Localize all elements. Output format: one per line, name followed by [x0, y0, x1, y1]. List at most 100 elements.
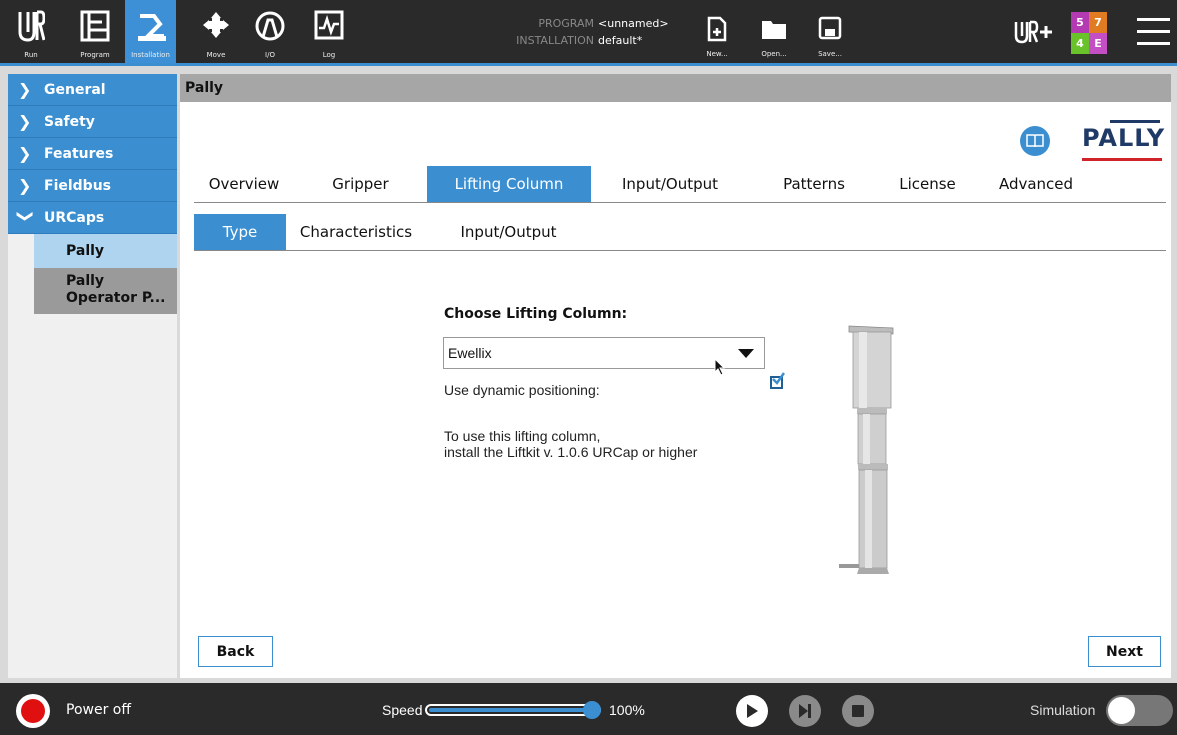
chevron-down-icon: ❯ — [16, 209, 36, 223]
log-icon — [314, 10, 344, 40]
subtab-input-output[interactable]: Input/Output — [426, 214, 591, 250]
sidebar: ❯ General ❯ Safety ❯ Features ❯ Fieldbus ❯ UR… — [8, 74, 177, 678]
main-panel: Pally PALLY Overview Gripper Lifting Col… — [180, 74, 1171, 678]
sidebar-item-features[interactable]: ❯ Features — [8, 138, 177, 170]
chevron-right-icon: ❯ — [18, 144, 32, 163]
next-button[interactable]: Next — [1088, 636, 1161, 667]
back-button[interactable]: Back — [198, 636, 273, 667]
save-button[interactable]: Save... — [810, 10, 850, 62]
tab-license[interactable]: License — [879, 166, 976, 202]
program-icon — [80, 10, 110, 42]
chevron-right-icon: ❯ — [18, 80, 32, 99]
chevron-right-icon: ❯ — [18, 176, 32, 195]
open-folder-icon — [762, 21, 786, 39]
open-label: Open... — [761, 50, 787, 58]
new-button[interactable]: New... — [697, 10, 737, 62]
tab-patterns[interactable]: Patterns — [749, 166, 879, 202]
tab-gripper[interactable]: Gripper — [294, 166, 427, 202]
sidebar-item-fieldbus[interactable]: ❯ Fieldbus — [8, 170, 177, 202]
move-icon — [203, 12, 229, 38]
subtab-type[interactable]: Type — [194, 214, 286, 250]
new-file-icon — [707, 16, 727, 42]
speed-slider-handle[interactable] — [583, 701, 601, 719]
program-key: PROGRAM — [538, 17, 594, 30]
sidebar-item-label: Safety — [44, 113, 95, 130]
sidebar-item-pally-operator[interactable]: Pally Operator P... — [34, 268, 177, 314]
page-title: Pally — [180, 74, 1171, 102]
choose-lifting-column-label: Choose Lifting Column: — [444, 306, 628, 322]
hint-line-1: To use this lifting column, — [444, 428, 601, 444]
sidebar-item-pally[interactable]: Pally — [34, 234, 177, 268]
io-button[interactable]: I/O — [247, 0, 293, 63]
power-icon[interactable] — [16, 694, 50, 728]
save-icon — [818, 16, 842, 40]
pally-logo: PALLY — [1082, 120, 1166, 168]
bottom-bar: Power off Speed 100% Simulation — [0, 683, 1177, 735]
program-label: Program — [80, 51, 110, 59]
lifting-column-image — [839, 325, 894, 574]
log-button[interactable]: Log — [306, 0, 352, 63]
installation-button[interactable]: Installation — [125, 0, 176, 63]
io-icon — [255, 11, 285, 41]
badge-tl: 5 — [1071, 12, 1089, 33]
log-label: Log — [322, 51, 336, 59]
tab-lifting-column[interactable]: Lifting Column — [427, 166, 591, 202]
sub-tabs: Type Characteristics Input/Output — [194, 214, 591, 250]
stop-button[interactable] — [842, 695, 874, 727]
play-button[interactable] — [736, 695, 768, 727]
menu-icon[interactable] — [1137, 18, 1170, 54]
subtab-divider — [194, 250, 1166, 251]
subtab-characteristics[interactable]: Characteristics — [286, 214, 426, 250]
ur-plus-icon[interactable] — [1013, 20, 1055, 50]
sidebar-item-safety[interactable]: ❯ Safety — [8, 106, 177, 138]
pally-logo-text: PALLY — [1082, 124, 1166, 152]
cursor-icon — [714, 358, 726, 376]
sidebar-item-label: Fieldbus — [44, 177, 111, 194]
installation-name: default* — [598, 34, 643, 47]
save-label: Save... — [818, 50, 842, 58]
power-status[interactable]: Power off — [66, 702, 131, 718]
badge-bl: 4 — [1071, 33, 1089, 54]
dropdown-arrow-icon — [738, 349, 754, 358]
stop-icon — [852, 705, 864, 717]
status-badge[interactable]: 5 7 4 E — [1071, 12, 1107, 54]
chevron-right-icon: ❯ — [18, 112, 32, 131]
program-button[interactable]: Program — [72, 0, 118, 63]
run-label: Run — [24, 51, 38, 59]
simulation-label: Simulation — [1030, 702, 1096, 718]
dynamic-positioning-label: Use dynamic positioning: — [444, 382, 600, 398]
badge-br: E — [1089, 33, 1107, 54]
speed-label: Speed — [382, 702, 423, 718]
speed-slider[interactable] — [425, 704, 601, 716]
installation-label: Installation — [131, 51, 170, 59]
program-name: <unnamed> — [598, 17, 669, 30]
sidebar-item-label: Pally — [66, 273, 105, 289]
sidebar-item-urcaps[interactable]: ❯ URCaps — [8, 202, 177, 234]
simulation-toggle[interactable] — [1106, 695, 1173, 726]
open-button[interactable]: Open... — [754, 10, 794, 62]
tab-input-output[interactable]: Input/Output — [591, 166, 749, 202]
ur-logo-icon — [18, 10, 45, 42]
move-button[interactable]: Move — [193, 0, 239, 63]
speed-fill — [429, 708, 597, 712]
tab-divider — [194, 202, 1166, 203]
speed-value: 100% — [609, 702, 645, 718]
tab-advanced[interactable]: Advanced — [976, 166, 1096, 202]
tab-overview[interactable]: Overview — [194, 166, 294, 202]
move-label: Move — [206, 51, 226, 59]
toggle-knob — [1108, 697, 1135, 724]
sidebar-item-general[interactable]: ❯ General — [8, 74, 177, 106]
dynamic-positioning-checkbox[interactable] — [770, 372, 785, 389]
lifting-column-value: Ewellix — [448, 345, 492, 361]
manual-icon[interactable] — [1020, 126, 1050, 156]
io-label: I/O — [265, 51, 275, 59]
sidebar-item-label: Pally — [66, 243, 105, 259]
liftkit-hint: To use this lifting column, install the … — [444, 428, 697, 460]
step-button[interactable] — [789, 695, 821, 727]
program-info: PROGRAM <unnamed> INSTALLATION default* — [480, 15, 669, 49]
run-button[interactable]: Run — [8, 0, 54, 63]
sidebar-item-label: Operator P... — [66, 290, 166, 306]
new-label: New... — [706, 50, 728, 58]
step-icon — [799, 704, 811, 718]
main-tabs: Overview Gripper Lifting Column Input/Ou… — [194, 166, 1096, 202]
